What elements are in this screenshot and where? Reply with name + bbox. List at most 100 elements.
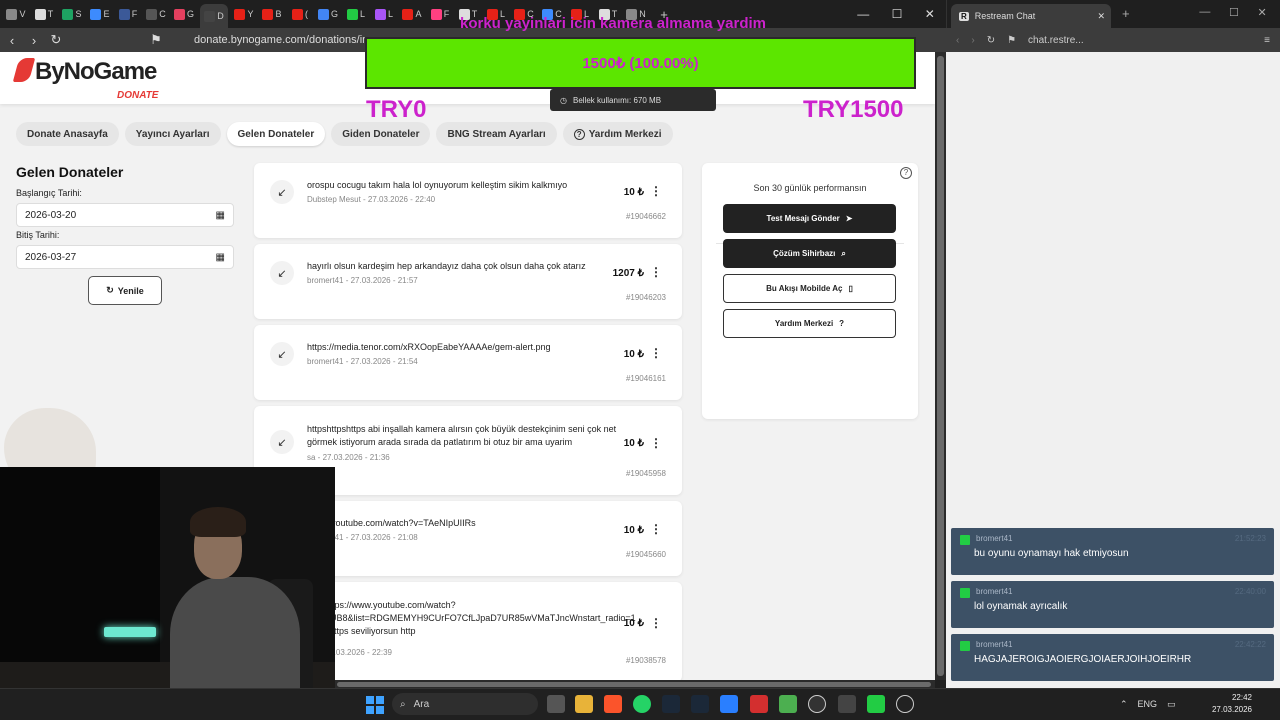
back-icon[interactable]: ‹	[2, 33, 22, 48]
clock[interactable]: 22:42 27.03.2026	[1208, 692, 1252, 716]
new-tab-icon[interactable]: +	[1122, 6, 1130, 21]
more-options-icon[interactable]: ⋮	[650, 616, 662, 630]
forward-icon[interactable]: ›	[24, 33, 44, 48]
browser-tab[interactable]: (	[288, 4, 312, 24]
app-icon[interactable]	[720, 695, 738, 713]
whatsapp-icon[interactable]	[633, 695, 651, 713]
recorder-icon[interactable]	[750, 695, 768, 713]
perf-button[interactable]: Çözüm Sihirbazı ⌕	[723, 239, 896, 268]
donation-message: httpshttpshttps abi inşallah kamera alır…	[307, 424, 617, 447]
clock-date: 27.03.2026	[1211, 705, 1252, 714]
maximize-icon[interactable]: ☐	[1229, 6, 1239, 19]
site-nav: Donate Anasayfa Yayıncı Ayarları Gelen Don…	[16, 122, 673, 146]
perf-button-icon: ➤	[845, 214, 853, 223]
chat-url[interactable]: chat.restre...	[1028, 35, 1084, 46]
maximize-icon[interactable]: ☐	[892, 7, 903, 21]
menu-icon[interactable]: ≡	[1264, 35, 1270, 46]
incoming-arrow-icon: ↙	[270, 430, 294, 454]
browser-tab[interactable]: C	[144, 4, 168, 24]
obs-icon[interactable]	[808, 695, 826, 713]
more-options-icon[interactable]: ⋮	[650, 436, 662, 450]
site-logo[interactable]: ByNoGame	[12, 58, 157, 86]
donation-amount: 10 ₺	[623, 618, 644, 629]
taskbar-search[interactable]: ⌕ Ara	[392, 693, 538, 715]
browser-tab[interactable]: D	[200, 4, 228, 28]
reload-icon[interactable]: ↻	[987, 35, 995, 46]
reload-icon[interactable]: ↻	[46, 32, 66, 48]
more-options-icon[interactable]: ⋮	[650, 184, 662, 198]
bynogame-logo-icon	[12, 58, 36, 82]
nav-tab[interactable]: Gelen Donateler	[226, 122, 326, 146]
kick-icon[interactable]	[867, 695, 885, 713]
close-icon[interactable]: ✕	[925, 7, 935, 21]
back-icon[interactable]: ‹	[956, 35, 959, 46]
browser-tab[interactable]: E	[88, 4, 112, 24]
steam-icon[interactable]	[662, 695, 680, 713]
nav-tab[interactable]: ? Yardım Merkezi	[562, 122, 673, 146]
task-view-icon[interactable]	[547, 695, 565, 713]
browser-tab[interactable]: A	[400, 4, 424, 24]
url-field[interactable]: donate.bynogame.com/donations/incom	[194, 34, 389, 46]
webcam-overlay	[0, 467, 335, 720]
tab-restream-chat[interactable]: R Restream Chat ✕	[951, 4, 1111, 28]
perf-button[interactable]: Yardım Merkezi?	[723, 309, 896, 338]
browser-tab[interactable]: Y	[232, 4, 256, 24]
settings-icon[interactable]	[838, 695, 856, 713]
start-date-field[interactable]: 2026-03-20 ▦	[16, 203, 234, 227]
file-explorer-icon[interactable]	[575, 695, 593, 713]
chat-time: 21:52:23	[1234, 534, 1266, 543]
windows-start-icon[interactable]	[366, 696, 384, 714]
app-icon-green[interactable]	[779, 695, 797, 713]
tab-label: F	[131, 9, 138, 19]
network-icon[interactable]: ▭	[1167, 699, 1176, 710]
nav-tab[interactable]: BNG Stream Ayarları	[436, 122, 557, 146]
close-tab-icon[interactable]: ✕	[1097, 11, 1105, 22]
help-icon[interactable]: ?	[900, 167, 912, 179]
brave-browser-icon[interactable]	[604, 695, 622, 713]
browser-tab[interactable]: F	[116, 4, 140, 24]
browser-tab[interactable]: V	[4, 4, 28, 24]
nav-tab[interactable]: Giden Donateler	[331, 122, 431, 146]
nav-tab[interactable]: Donate Anasayfa	[16, 122, 119, 146]
forward-icon[interactable]: ›	[971, 35, 974, 46]
perf-button[interactable]: Bu Akışı Mobilde Aç ▯	[723, 274, 896, 303]
browser-tab[interactable]: B	[260, 4, 284, 24]
more-options-icon[interactable]: ⋮	[650, 265, 662, 279]
person-hair-shape	[190, 507, 246, 537]
vertical-scroll-thumb[interactable]	[937, 56, 944, 676]
browser-tab[interactable]: T	[32, 4, 56, 24]
meta-separator: -	[343, 276, 351, 285]
refresh-label: Yenile	[117, 285, 144, 296]
more-options-icon[interactable]: ⋮	[650, 522, 662, 536]
donation-id: #19046161	[625, 374, 666, 383]
calendar-icon[interactable]: ▦	[216, 252, 225, 263]
media-player-icon[interactable]	[896, 695, 914, 713]
steam-icon-2[interactable]	[691, 695, 709, 713]
horizontal-scroll-thumb[interactable]	[337, 682, 931, 687]
chevron-up-icon[interactable]: ⌃	[1120, 699, 1128, 710]
perf-button[interactable]: Test Mesajı Gönder ➤	[723, 204, 896, 233]
tab-label: T	[47, 9, 54, 19]
language-indicator[interactable]: ENG	[1138, 699, 1158, 709]
more-options-icon[interactable]: ⋮	[650, 346, 662, 360]
browser-tab[interactable]: L	[344, 4, 368, 24]
calendar-icon[interactable]: ▦	[216, 210, 225, 221]
nav-tab[interactable]: Yayıncı Ayarları	[124, 122, 221, 146]
minimize-icon[interactable]: —	[857, 7, 869, 21]
bookmark-icon[interactable]: ⚑	[1007, 35, 1016, 46]
end-date-field[interactable]: 2026-03-27 ▦	[16, 245, 234, 269]
bookmark-icon[interactable]: ⚑	[146, 32, 166, 48]
browser-tab[interactable]: G	[316, 4, 340, 24]
donation-date: 27.03.2026 - 21:36	[322, 453, 390, 462]
browser-tab[interactable]: G	[172, 4, 196, 24]
donation-meta: bromert41 - 27.03.2026 - 21:54	[307, 357, 418, 366]
chat-text: bu oyunu oynamayı hak etmiyosun	[974, 548, 1129, 559]
close-icon[interactable]: ✕	[1257, 6, 1266, 19]
browser-tab[interactable]: L	[372, 4, 396, 24]
tab-favicon-icon	[374, 8, 386, 20]
browser-tab[interactable]: F	[428, 4, 452, 24]
memory-tooltip: ◷ Bellek kullanımı: 670 MB	[550, 89, 716, 111]
minimize-icon[interactable]: —	[1199, 6, 1210, 19]
browser-tab[interactable]: S	[60, 4, 84, 24]
refresh-button[interactable]: ↻ Yenile	[88, 276, 162, 305]
